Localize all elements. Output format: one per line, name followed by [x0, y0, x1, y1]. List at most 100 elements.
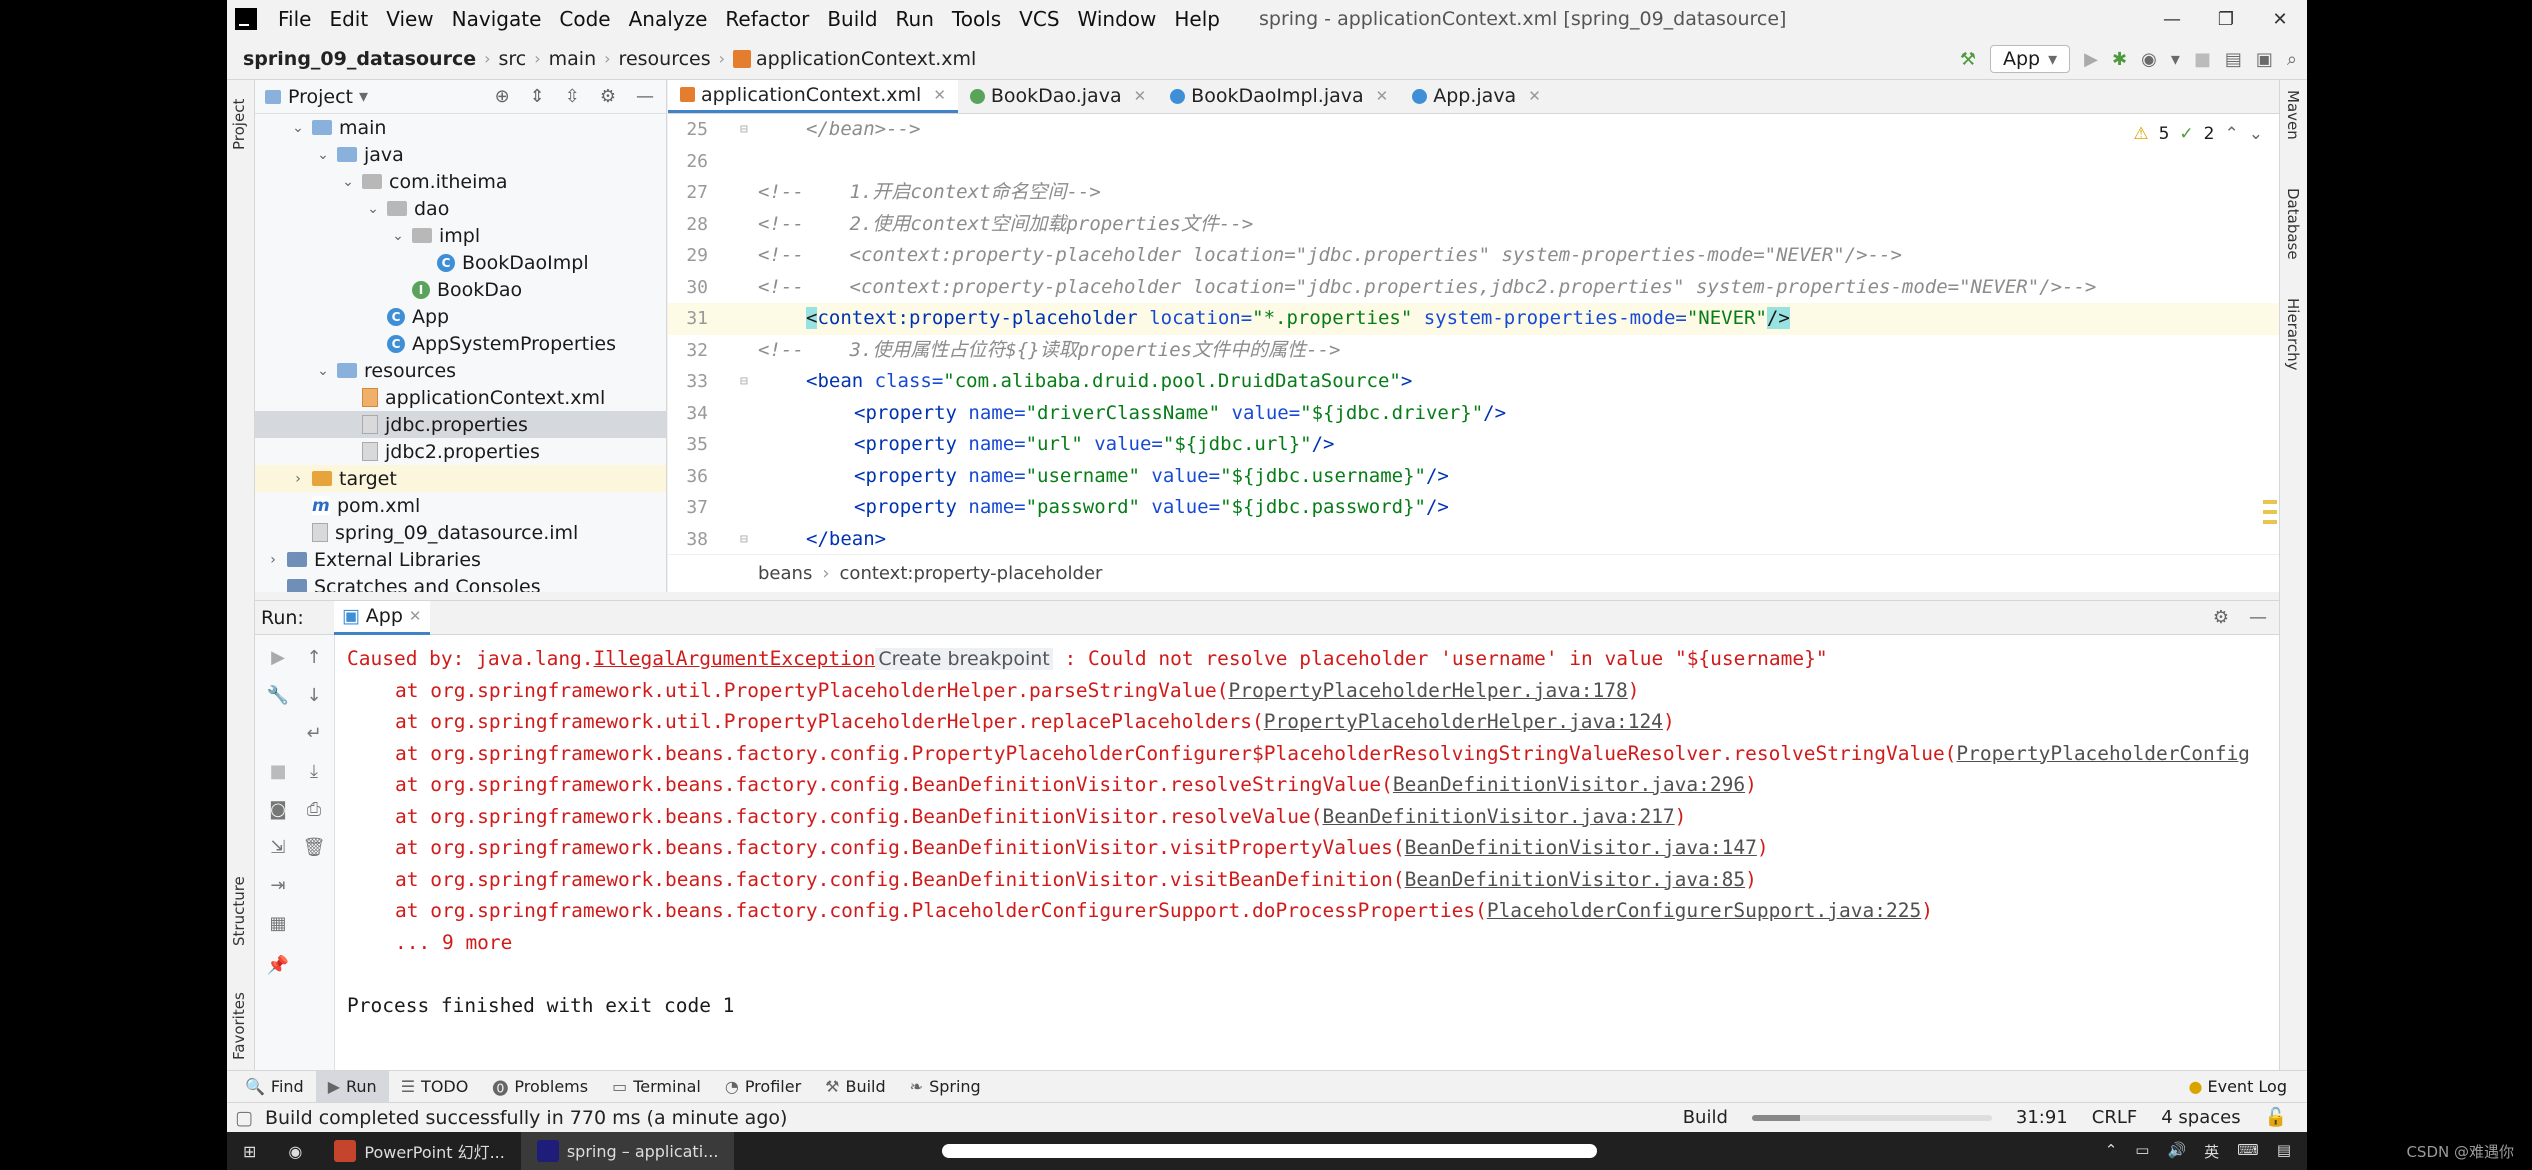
chevron-down-icon[interactable]: ⌄ — [290, 120, 306, 136]
chevron-right-icon[interactable]: › — [265, 552, 281, 568]
trash-icon[interactable]: 🗑 — [299, 837, 329, 858]
hierarchy-tool-button[interactable]: Hierarchy — [2284, 298, 2302, 371]
coverage-icon[interactable]: ◉ — [2141, 49, 2157, 70]
source-link[interactable]: BeanDefinitionVisitor.java:147 — [1405, 836, 1757, 859]
menu-window[interactable]: Window — [1069, 7, 1166, 31]
chevron-down-icon[interactable]: ⌄ — [390, 228, 406, 244]
ime-icon[interactable]: ⌨ — [2237, 1141, 2259, 1162]
source-link[interactable]: BeanDefinitionVisitor.java:217 — [1322, 805, 1674, 828]
create-breakpoint-hint[interactable]: Create breakpoint — [875, 648, 1053, 670]
menu-edit[interactable]: Edit — [320, 7, 377, 31]
menu-vcs[interactable]: VCS — [1010, 7, 1068, 31]
close-icon[interactable]: ✕ — [409, 607, 422, 625]
maximize-button[interactable]: ❐ — [2199, 9, 2253, 30]
exit-icon[interactable]: ⇲ — [263, 837, 293, 858]
menu-run[interactable]: Run — [887, 7, 943, 31]
project-structure-icon[interactable]: ▤ — [2225, 49, 2242, 70]
source-link[interactable]: PropertyPlaceholderHelper.java:124 — [1264, 710, 1663, 733]
layout-icon[interactable]: ▦ — [263, 913, 293, 934]
debug-icon[interactable]: ✱ — [2112, 49, 2127, 70]
source-link[interactable]: PropertyPlaceholderHelper.java:178 — [1229, 679, 1628, 702]
tool-run[interactable]: ▶ Run — [315, 1070, 389, 1103]
code-editor[interactable]: 25 ⊟ </bean>--> 26 27 <!-- 1.开启context命名空间-->… — [668, 114, 2279, 554]
hide-panel-icon[interactable]: — — [2249, 607, 2267, 628]
lock-icon[interactable]: 🔓 — [2265, 1107, 2287, 1128]
rerun-icon[interactable]: ▶ — [263, 647, 293, 668]
console-output[interactable]: Caused by: java.lang.IllegalArgumentExce… — [335, 635, 2279, 1071]
volume-icon[interactable]: 🔊 — [2167, 1141, 2186, 1162]
video-scrubber[interactable] — [942, 1144, 1597, 1158]
fold-marker-icon[interactable]: ⊟ — [740, 524, 748, 556]
source-link[interactable]: BeanDefinitionVisitor.java:296 — [1393, 773, 1745, 796]
gear-icon[interactable]: ⚙ — [600, 86, 616, 107]
breadcrumb-project[interactable]: spring_09_datasource — [243, 48, 476, 70]
status-message[interactable]: Build completed successfully in 770 ms (… — [265, 1107, 787, 1129]
tree-item[interactable]: ⌄ resources — [255, 357, 666, 384]
close-icon[interactable]: ✕ — [1376, 87, 1389, 105]
soft-wrap-icon[interactable]: ↵ — [299, 723, 329, 744]
input-language[interactable]: 英 — [2204, 1141, 2219, 1162]
hide-panel-icon[interactable]: — — [636, 86, 654, 107]
tree-item[interactable]: jdbc.properties — [255, 411, 666, 438]
tray-chevron-icon[interactable]: ⌃ — [2105, 1141, 2118, 1162]
taskbar-task[interactable]: spring – applicati... — [520, 1132, 735, 1170]
line-separator[interactable]: CRLF — [2092, 1107, 2137, 1128]
tree-item[interactable]: Scratches and Consoles — [255, 573, 666, 592]
caret-position[interactable]: 31:91 — [2016, 1107, 2068, 1128]
tree-item[interactable]: › External Libraries — [255, 546, 666, 573]
close-icon[interactable]: ✕ — [1528, 87, 1541, 105]
maven-tool-button[interactable]: Maven — [2284, 90, 2302, 140]
chevron-down-icon[interactable]: ⌄ — [340, 174, 356, 190]
indent-setting[interactable]: 4 spaces — [2161, 1107, 2240, 1128]
tool-problems[interactable]: ⓿ Problems — [480, 1071, 600, 1103]
tree-item[interactable]: ⌄ java — [255, 141, 666, 168]
scroll-up-icon[interactable]: ↑ — [299, 647, 329, 668]
tool-todo[interactable]: ☰ TODO — [389, 1071, 481, 1103]
gear-icon[interactable]: ⚙ — [2213, 607, 2229, 628]
editor-tab[interactable]: BookDaoImpl.java ✕ — [1158, 80, 1400, 113]
code-breadcrumb-placeholder[interactable]: context:property-placeholder — [840, 563, 1103, 584]
start-icon[interactable]: ⊞ — [227, 1132, 272, 1170]
stop-icon[interactable]: ■ — [2194, 49, 2211, 70]
hammer-build-icon[interactable]: ⚒ — [1960, 49, 1976, 70]
minimize-button[interactable]: — — [2145, 9, 2199, 30]
menu-build[interactable]: Build — [818, 7, 886, 31]
breadcrumb-file[interactable]: applicationContext.xml — [756, 48, 976, 70]
editor-tab[interactable]: applicationContext.xml ✕ — [668, 80, 958, 113]
run-icon[interactable]: ▶ — [2084, 49, 2098, 70]
locate-file-icon[interactable]: ⊕ — [495, 86, 510, 107]
event-log-button[interactable]: ● Event Log — [2188, 1077, 2307, 1096]
print-icon[interactable]: ⎙ — [299, 799, 329, 820]
expand-all-icon[interactable]: ⇕ — [530, 86, 545, 107]
breadcrumb-src[interactable]: src — [499, 48, 527, 70]
scroll-down-icon[interactable]: ↓ — [299, 685, 329, 706]
chevron-down-icon[interactable]: ⌄ — [365, 201, 381, 217]
database-tool-button[interactable]: Database — [2284, 188, 2302, 260]
menu-refactor[interactable]: Refactor — [716, 7, 818, 31]
source-link[interactable]: PlaceholderConfigurerSupport.java:225 — [1487, 899, 1921, 922]
toggle-window-icon[interactable]: ▣ — [2256, 49, 2273, 70]
tree-item[interactable]: ⌄ impl — [255, 222, 666, 249]
close-icon[interactable]: ✕ — [933, 86, 946, 104]
favorites-tool-button[interactable]: Favorites — [230, 992, 248, 1060]
chevron-down-icon[interactable]: ⌄ — [315, 363, 331, 379]
tool-terminal[interactable]: ▭ Terminal — [600, 1071, 713, 1103]
editor-tab[interactable]: App.java ✕ — [1400, 80, 1553, 113]
tool-find[interactable]: 🔍 Find — [233, 1071, 316, 1103]
chrome-icon[interactable]: ◉ — [272, 1132, 318, 1170]
tree-item[interactable]: m pom.xml — [255, 492, 666, 519]
run-configuration-select[interactable]: App ▾ — [1989, 45, 2071, 73]
menu-help[interactable]: Help — [1165, 7, 1229, 31]
status-toggle-icon[interactable]: ▢ — [235, 1107, 253, 1129]
code-breadcrumb-beans[interactable]: beans — [758, 563, 812, 584]
chevron-down-icon[interactable]: ▾ — [359, 86, 368, 107]
tree-item[interactable]: C App — [255, 303, 666, 330]
chevron-right-icon[interactable]: › — [290, 471, 306, 487]
tree-item[interactable]: ⌄ com.itheima — [255, 168, 666, 195]
notification-icon[interactable]: ▤ — [2277, 1141, 2291, 1162]
restore-layout-icon[interactable]: ⇥ — [263, 875, 293, 896]
tree-item[interactable]: ⌄ main — [255, 114, 666, 141]
structure-tool-button[interactable]: Structure — [230, 876, 248, 946]
project-view-title[interactable]: Project — [288, 86, 353, 108]
chevron-down-icon[interactable]: ▾ — [2171, 49, 2180, 70]
